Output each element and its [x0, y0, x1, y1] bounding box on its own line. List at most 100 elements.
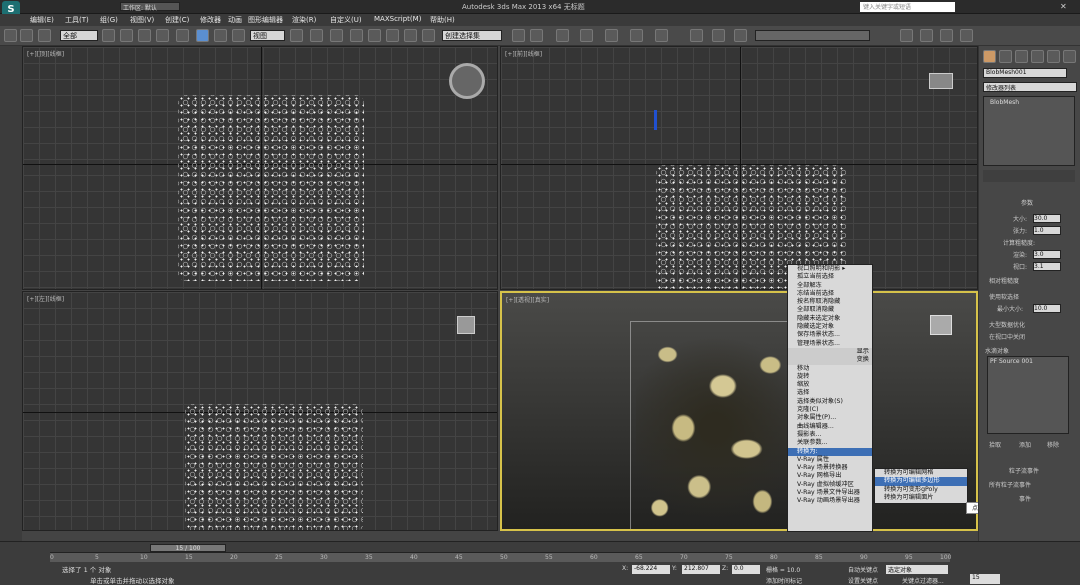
material-editor-icon[interactable] — [655, 29, 668, 42]
hierarchy-tab-icon[interactable] — [1015, 50, 1028, 63]
add-button[interactable]: 添加 — [1019, 440, 1031, 449]
workspace-dropdown[interactable]: 工作区: 默认 — [120, 2, 180, 12]
rollout-particle-events[interactable]: 粒子流事件 — [1009, 466, 1039, 475]
percent-snap-icon[interactable] — [386, 29, 399, 42]
menu-views[interactable]: 视图(V) — [130, 15, 154, 25]
size-spinner[interactable]: 30.0 — [1033, 214, 1061, 223]
blobmesh-shaded[interactable] — [636, 323, 794, 529]
viewcube-icon[interactable] — [929, 73, 953, 89]
named-selection-dropdown[interactable]: 创建选择集 — [442, 30, 502, 41]
menu-item-vray-anim-export[interactable]: V-Ray 动画场景导出器 — [788, 497, 872, 505]
graphite-icon[interactable] — [580, 29, 593, 42]
all-events-checkbox[interactable]: 所有粒子流事件 — [989, 480, 1031, 489]
menu-item-editable-patch[interactable]: 转换为可编辑面片 — [875, 494, 967, 502]
menu-tools[interactable]: 工具(T) — [65, 15, 89, 25]
viewport-label[interactable]: [+][前][线框] — [505, 49, 542, 58]
menu-item-curve-editor[interactable]: 曲线编辑器... — [788, 423, 872, 431]
window-crossing-icon[interactable] — [156, 29, 169, 42]
stack-item[interactable]: BlobMesh — [990, 99, 1019, 106]
rendered-frame-icon[interactable] — [712, 29, 725, 42]
menu-rendering[interactable]: 渲染(R) — [292, 15, 316, 25]
track-bar[interactable]: 0 5 10 15 20 25 30 35 40 45 50 55 60 65 … — [50, 552, 951, 562]
render-icon[interactable] — [734, 29, 747, 42]
menu-help[interactable]: 帮助(H) — [430, 15, 455, 25]
vray-light-icon[interactable] — [920, 29, 933, 42]
blobmesh-wireframe[interactable] — [185, 404, 363, 530]
vray-mesh-icon[interactable] — [960, 29, 973, 42]
layer-manager-icon[interactable] — [556, 29, 569, 42]
align-icon[interactable] — [530, 29, 543, 42]
x-coord[interactable]: -68.224 — [632, 565, 670, 574]
remove-button[interactable]: 移除 — [1047, 440, 1059, 449]
menu-item-rotate[interactable]: 旋转 — [788, 373, 872, 381]
rect-select-icon[interactable] — [138, 29, 151, 42]
motion-tab-icon[interactable] — [1031, 50, 1044, 63]
viewport-left[interactable]: [+][左][线框] — [22, 291, 498, 531]
list-item[interactable]: PF Source 001 — [990, 358, 1033, 365]
menu-graph-editors[interactable]: 图形编辑器 — [248, 15, 283, 25]
menu-item-editable-poly[interactable]: 转换为可编辑多边形 — [875, 477, 967, 486]
redo-icon[interactable] — [20, 29, 33, 42]
object-name-field[interactable]: BlobMesh001 — [983, 68, 1067, 78]
filter-dropdown[interactable]: 全部 — [60, 30, 98, 41]
menu-maxscript[interactable]: MAXScript(M) — [374, 15, 421, 23]
modifier-stack[interactable]: BlobMesh — [983, 96, 1075, 166]
rotate-icon[interactable] — [214, 29, 227, 42]
render-preset-dropdown[interactable] — [755, 30, 870, 41]
viewport-front[interactable]: [+][前][线框] — [500, 46, 978, 290]
vray-sun-icon[interactable] — [940, 29, 953, 42]
menu-item-freeze-sel[interactable]: 冻结当前选择 — [788, 290, 872, 298]
menu-create[interactable]: 创建(C) — [165, 15, 189, 25]
add-time-tag[interactable]: 添加时间标记 — [766, 576, 802, 585]
keyboard-shortcut-icon[interactable] — [330, 29, 343, 42]
set-key-button[interactable]: 设置关键点 — [848, 576, 878, 585]
reference-coord-dropdown[interactable]: 视图 — [250, 30, 285, 41]
y-coord[interactable]: 212.807 — [682, 565, 720, 574]
relative-coarse-checkbox[interactable]: 相对粗糙度 — [989, 276, 1019, 285]
undo-icon[interactable] — [4, 29, 17, 42]
move-icon[interactable] — [176, 29, 189, 42]
menu-item-isolate[interactable]: 孤立当前选择 — [788, 273, 872, 281]
snap-icon[interactable] — [350, 29, 363, 42]
render-spinner[interactable]: 3.0 — [1033, 250, 1061, 259]
menu-item-vray-mesh-export[interactable]: V-Ray 网格导出 — [788, 472, 872, 480]
pivot-icon[interactable] — [290, 29, 303, 42]
vray-icon[interactable] — [900, 29, 913, 42]
tension-spinner[interactable]: 1.0 — [1033, 226, 1061, 235]
menu-item-wire-params[interactable]: 关联参数... — [788, 439, 872, 447]
select-manipulate-icon[interactable] — [310, 29, 323, 42]
menu-item-save-state[interactable]: 保存场景状态... — [788, 331, 872, 339]
viewport-label[interactable]: [+][透视][真实] — [506, 295, 549, 304]
menu-item-select[interactable]: 选择 — [788, 389, 872, 397]
menu-animation[interactable]: 动画 — [228, 15, 242, 25]
large-data-checkbox[interactable]: 大型数据优化 — [989, 320, 1025, 329]
menu-customize[interactable]: 自定义(U) — [330, 15, 362, 25]
min-size-spinner[interactable]: 10.0 — [1033, 304, 1061, 313]
utilities-tab-icon[interactable] — [1063, 50, 1076, 63]
key-mode-dropdown[interactable]: 选定对象 — [886, 565, 948, 574]
menu-item-unfreeze-all[interactable]: 全部解冻 — [788, 282, 872, 290]
link-icon[interactable] — [38, 29, 51, 42]
frame-field[interactable]: 15 — [970, 574, 1000, 584]
menu-modifiers[interactable]: 修改器 — [200, 15, 221, 25]
modify-tab-icon[interactable] — [999, 50, 1012, 63]
menu-item-vray-vfb[interactable]: V-Ray 虚拟帧缓冲区 — [788, 481, 872, 489]
blobmesh-wireframe[interactable] — [178, 95, 364, 281]
viewport-label[interactable]: [+][顶][线框] — [27, 49, 64, 58]
select-by-name-icon[interactable] — [120, 29, 133, 42]
viewcube-icon[interactable] — [930, 315, 952, 335]
render-setup-icon[interactable] — [690, 29, 703, 42]
menu-item-deformable-gpoly[interactable]: 转换为可变形gPoly — [875, 486, 967, 494]
spinner-snap-icon[interactable] — [404, 29, 417, 42]
z-coord[interactable]: 0.0 — [732, 565, 760, 574]
viewport-top[interactable]: [+][顶][线框] — [22, 46, 498, 290]
menu-item-unhide-all[interactable]: 全部取消隐藏 — [788, 306, 872, 314]
rollout-params[interactable]: 参数 — [1021, 198, 1033, 207]
menu-item-dope-sheet[interactable]: 摄影表... — [788, 431, 872, 439]
modifier-list-dropdown[interactable]: 修改器列表 — [983, 82, 1077, 92]
menu-item-move[interactable]: 移动 — [788, 365, 872, 373]
menu-item-manage-state[interactable]: 管理场景状态... — [788, 340, 872, 348]
viewcube-icon[interactable] — [449, 63, 485, 99]
display-tab-icon[interactable] — [1047, 50, 1060, 63]
create-tab-icon[interactable] — [983, 50, 996, 63]
